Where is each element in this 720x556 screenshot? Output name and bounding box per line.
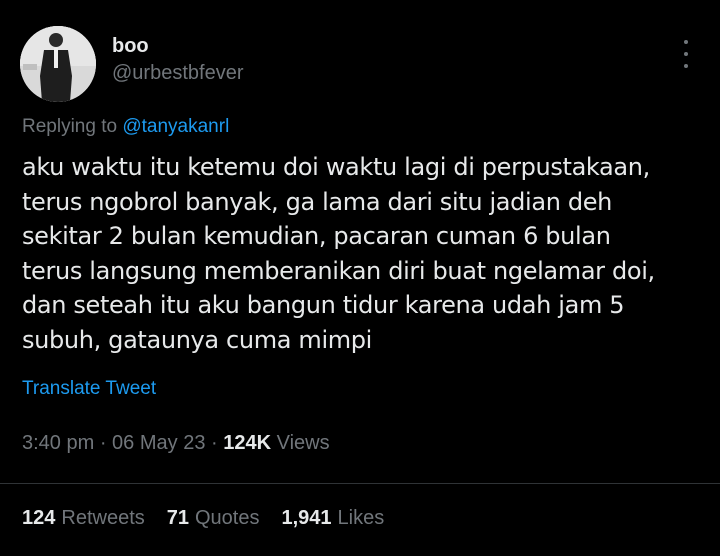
quotes-stat[interactable]: 71 Quotes xyxy=(167,504,260,532)
likes-stat[interactable]: 1,941 Likes xyxy=(281,504,384,532)
likes-label: Likes xyxy=(337,507,385,529)
quotes-label: Quotes xyxy=(195,507,260,529)
more-vertical-icon xyxy=(684,64,688,68)
tweet-text-line: terus langsung memberanikan diri buat ng… xyxy=(22,256,655,285)
author-names: boo @urbestbfever xyxy=(112,34,243,86)
tweet-text-line: subuh, gataunya cuma mimpi xyxy=(22,325,372,354)
tweet-text-line: sekitar 2 bulan kemudian, pacaran cuman … xyxy=(22,222,611,251)
reply-mention-link[interactable]: @tanyakanrl xyxy=(122,116,229,137)
tweet-time[interactable]: 3:40 pm xyxy=(22,432,94,454)
tweet-stats: 124 Retweets 71 Quotes 1,941 Likes xyxy=(22,504,384,532)
retweets-stat[interactable]: 124 Retweets xyxy=(22,504,145,532)
avatar-image xyxy=(20,26,96,102)
meta-separator: · xyxy=(94,432,113,454)
display-name[interactable]: boo xyxy=(112,34,243,58)
replying-to: Replying to @tanyakanrl xyxy=(22,114,229,140)
retweets-label: Retweets xyxy=(61,507,145,529)
tweet-text-line: aku waktu itu ketemu doi waktu lagi di p… xyxy=(22,153,650,181)
tweet-text: aku waktu itu ketemu doi waktu lagi di p… xyxy=(22,150,702,358)
replying-to-label: Replying to xyxy=(22,116,118,137)
divider xyxy=(0,483,720,484)
retweets-count: 124 xyxy=(22,507,56,529)
views-count: 124K xyxy=(223,432,272,454)
tweet-date[interactable]: 06 May 23 xyxy=(112,432,205,454)
avatar[interactable] xyxy=(20,26,96,102)
tweet-meta: 3:40 pm · 06 May 23 · 124K Views xyxy=(22,429,330,457)
views-label: Views xyxy=(276,432,330,454)
likes-count: 1,941 xyxy=(281,507,332,529)
more-vertical-icon xyxy=(684,40,688,44)
meta-separator: · xyxy=(205,432,224,454)
more-options-button[interactable] xyxy=(680,40,692,68)
tweet-text-line: dan seteah itu aku bangun tidur karena u… xyxy=(22,291,625,320)
quotes-count: 71 xyxy=(166,507,189,529)
tweet-header: boo @urbestbfever xyxy=(20,26,700,102)
translate-tweet-link[interactable]: Translate Tweet xyxy=(22,376,156,402)
handle[interactable]: @urbestbfever xyxy=(112,60,243,86)
more-vertical-icon xyxy=(684,52,688,56)
tweet-text-line: terus ngobrol banyak, ga lama dari situ … xyxy=(22,187,613,216)
